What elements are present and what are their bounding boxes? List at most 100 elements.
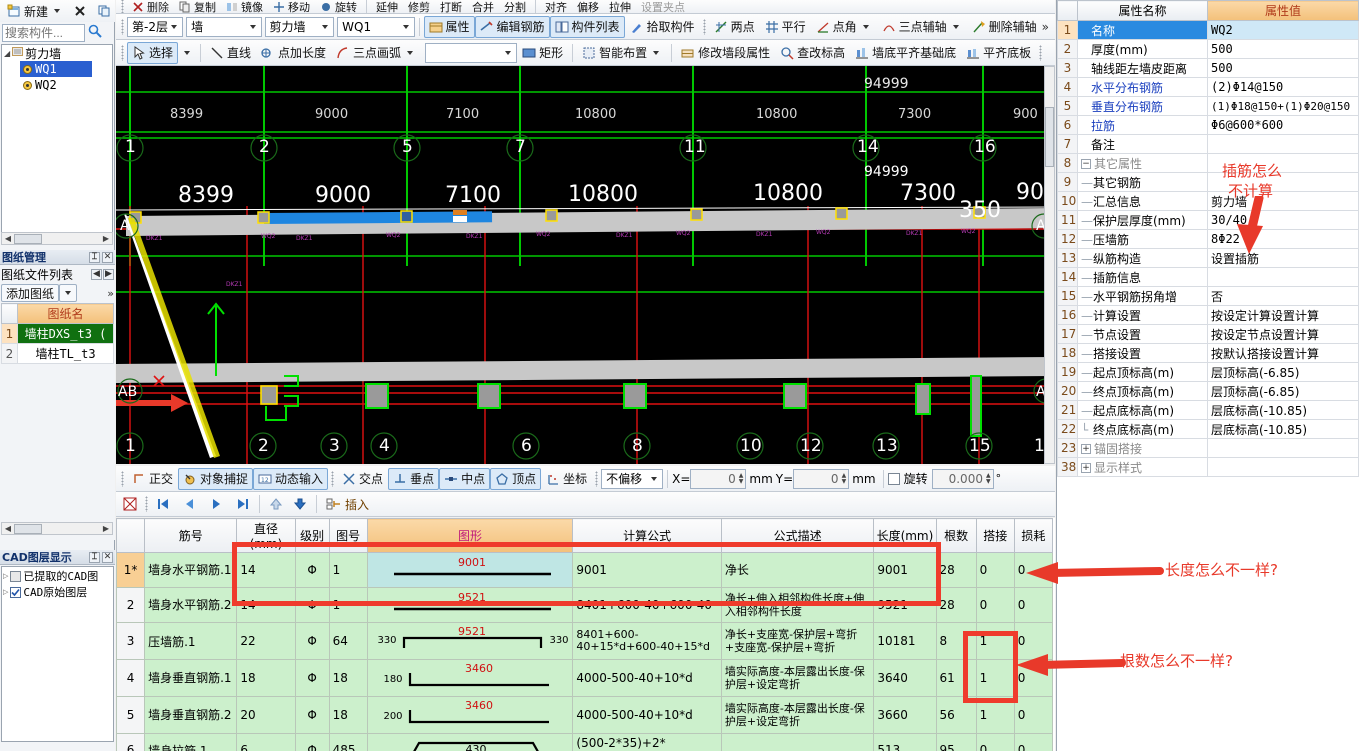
- property-row-name[interactable]: 1 名称 WQ2: [1057, 20, 1359, 40]
- drawing-hscrollbar[interactable]: ◀ ▶: [1, 522, 113, 535]
- search-icon[interactable]: [87, 23, 103, 42]
- edit-wall-segment-button[interactable]: 修改墙段属性: [676, 42, 775, 64]
- dynamic-input-toggle[interactable]: 12 动态输入: [253, 467, 329, 490]
- property-row-start-bottom-elev[interactable]: 21 —起点底标高(m) 层底标高(-10.85): [1057, 400, 1359, 420]
- object-snap-toggle[interactable]: 对象捕捉: [178, 467, 254, 490]
- drawing-row-2[interactable]: 2 墙柱TL_t3: [1, 343, 114, 364]
- property-row-end-top-elev[interactable]: 20 —终点顶标高(m) 层顶标高(-6.85): [1057, 381, 1359, 401]
- shape-cell[interactable]: 430: [366, 733, 574, 751]
- tree-node-wq2[interactable]: WQ2: [20, 77, 112, 93]
- property-value[interactable]: Φ6@600*600: [1207, 115, 1359, 135]
- scroll-right-icon[interactable]: ▶: [100, 524, 112, 533]
- property-table[interactable]: 属性名称 属性值 1 名称 WQ2 2 厚度(mm) 500 3 轴线距左墙皮距…: [1057, 0, 1359, 477]
- property-row-remark[interactable]: 7 备注: [1057, 134, 1359, 154]
- properties-button[interactable]: 属性: [423, 15, 475, 38]
- scroll-thumb[interactable]: [1045, 107, 1054, 167]
- right-arrow-icon[interactable]: ▶: [103, 268, 114, 280]
- cad-layer-list[interactable]: ▷ 已提取的CAD图 ▷ CAD原始图层: [1, 566, 114, 742]
- shape-cell[interactable]: 9001: [366, 552, 574, 588]
- move-down-button[interactable]: [288, 493, 312, 515]
- rebar-table[interactable]: 筋号 直径(mm) 级别 图号 图形 计算公式 公式描述 长度(mm) 根数 搭…: [116, 518, 1054, 751]
- shape-cell[interactable]: 180 3460: [366, 659, 574, 697]
- drawing-file-table[interactable]: 图纸名 1 墙柱DXS_t3 ( 2 墙柱TL_t3: [1, 303, 114, 364]
- property-row-other-group[interactable]: 8 − 其它属性: [1057, 153, 1359, 173]
- x-spinner[interactable]: 0 ▲ ▼: [690, 468, 747, 489]
- delete-component-button[interactable]: [68, 0, 92, 22]
- chevron-down-icon[interactable]: [653, 50, 660, 55]
- check-elevation-button[interactable]: 查改标高: [775, 42, 850, 64]
- property-row-corner-increase[interactable]: 15 —水平钢筋拐角增 否: [1057, 286, 1359, 306]
- property-value[interactable]: [1207, 267, 1359, 287]
- chevron-down-icon[interactable]: [862, 24, 869, 29]
- spinner-arrows-icon[interactable]: ▲ ▼: [842, 472, 849, 485]
- tree-node-shear-wall[interactable]: ◢ 剪力墙: [2, 45, 112, 61]
- property-row-other-rebar[interactable]: 9 —其它钢筋: [1057, 172, 1359, 192]
- table-row[interactable]: 1* 墙身水平钢筋.1 14 Φ 1 9001 9001 净长 9001 28: [116, 552, 1054, 588]
- property-row-thickness[interactable]: 2 厚度(mm) 500: [1057, 39, 1359, 59]
- chevron-down-icon[interactable]: [952, 24, 959, 29]
- tb-offset[interactable]: 偏移: [572, 0, 604, 14]
- align-wall-base-button[interactable]: 墙底平齐基础底: [850, 42, 961, 64]
- category-combo[interactable]: 墙: [186, 16, 262, 37]
- select-tool-button[interactable]: 选择: [127, 41, 179, 64]
- pin-icon[interactable]: ⌶: [89, 551, 100, 563]
- cad-layer-item-extracted[interactable]: ▷ 已提取的CAD图: [3, 568, 112, 584]
- tb-break[interactable]: 打断: [435, 0, 467, 14]
- chevron-down-icon[interactable]: [407, 50, 414, 55]
- offset-mode-combo[interactable]: 不偏移: [601, 468, 664, 489]
- close-icon[interactable]: ✕: [102, 551, 113, 563]
- scroll-left-icon[interactable]: ◀: [2, 234, 14, 243]
- expander-icon[interactable]: ▷: [3, 572, 8, 580]
- expand-icon[interactable]: +: [1081, 444, 1091, 454]
- toolbar-grip[interactable]: [121, 44, 124, 61]
- rotate-checkbox[interactable]: [887, 472, 900, 485]
- rotate-spinner[interactable]: 0.000 ▲ ▼: [931, 468, 994, 489]
- drawing-overflow-button[interactable]: »: [107, 287, 114, 300]
- tb-rotate[interactable]: 旋转: [315, 0, 362, 13]
- new-component-button[interactable]: 新建: [2, 0, 68, 22]
- component-tree[interactable]: ◢ 剪力墙 WQ1 WQ2: [1, 44, 113, 244]
- next-record-button[interactable]: [203, 493, 229, 515]
- intersection-snap-toggle[interactable]: 交点: [337, 468, 388, 490]
- property-row-tie-rebar[interactable]: 6 拉筋 Φ6@600*600: [1057, 115, 1359, 135]
- tree-hscrollbar[interactable]: ◀ ▶: [1, 232, 113, 245]
- toolbar-grip[interactable]: [331, 470, 335, 487]
- property-value[interactable]: (1)Φ18@150+(1)Φ20@150: [1207, 96, 1359, 116]
- property-row-end-bottom-elev[interactable]: 22 └ 终点底标高(m) 层底标高(-10.85): [1057, 419, 1359, 439]
- property-value[interactable]: 层底标高(-10.85): [1207, 400, 1359, 420]
- property-value[interactable]: [1207, 134, 1359, 154]
- property-value[interactable]: 30/40: [1207, 210, 1359, 230]
- property-value[interactable]: WQ2: [1207, 20, 1359, 40]
- property-row-cover-thickness[interactable]: 11 —保护层厚度(mm) 30/40: [1057, 210, 1359, 230]
- last-record-button[interactable]: [229, 493, 255, 515]
- edit-rebar-button[interactable]: 编辑钢筋: [474, 15, 550, 38]
- canvas-vscrollbar[interactable]: [1044, 66, 1055, 464]
- table-row[interactable]: 2 墙身水平钢筋.2 14 Φ 1 9521 8401+600-40+600-4…: [116, 587, 1054, 623]
- tb-merge[interactable]: 合并: [467, 0, 499, 14]
- checkbox-unchecked-icon[interactable]: [10, 570, 22, 582]
- perpendicular-snap-toggle[interactable]: 垂点: [388, 467, 440, 490]
- align-slab-button[interactable]: 平齐底板: [961, 42, 1036, 64]
- shape-cell[interactable]: 9521: [366, 587, 574, 623]
- first-record-button[interactable]: [151, 493, 177, 515]
- vertex-snap-toggle[interactable]: 顶点: [490, 467, 542, 490]
- property-row-summary-info[interactable]: 10 —汇总信息 剪力墙: [1057, 191, 1359, 211]
- table-row[interactable]: 3 压墙筋.1 22 Φ 64 330 9521 330 8401+600-40…: [116, 622, 1054, 660]
- pick-member-button[interactable]: 拾取构件: [625, 16, 700, 38]
- toolbar-overflow-button[interactable]: »: [1042, 20, 1053, 34]
- point-angle-button[interactable]: 点角: [811, 16, 877, 38]
- property-row-start-top-elev[interactable]: 19 —起点顶标高(m) 层顶标高(-6.85): [1057, 362, 1359, 382]
- cad-canvas[interactable]: WQ2 WQ2 WQ2 WQ2 WQ2 WQ2 DKZ1 DKZ1 DKZ1 DKZ1 DKZ…: [116, 66, 1055, 464]
- select-tool-dropdown[interactable]: [178, 42, 196, 64]
- two-point-axis-button[interactable]: 两点: [709, 16, 760, 38]
- search-input[interactable]: [2, 23, 85, 42]
- tb-copy[interactable]: 复制: [174, 0, 221, 13]
- property-value[interactable]: (2)Φ14@150: [1207, 77, 1359, 97]
- left-arrow-icon[interactable]: ◀: [91, 268, 102, 280]
- tb-stretch[interactable]: 拉伸: [604, 0, 636, 14]
- tb-align[interactable]: 对齐: [540, 0, 572, 14]
- scroll-right-icon[interactable]: ▶: [100, 234, 112, 243]
- collapse-icon[interactable]: −: [1081, 159, 1091, 169]
- property-row-node-settings[interactable]: 17 —节点设置 按设定节点设置计算: [1057, 324, 1359, 344]
- tb-split[interactable]: 分割: [499, 0, 531, 14]
